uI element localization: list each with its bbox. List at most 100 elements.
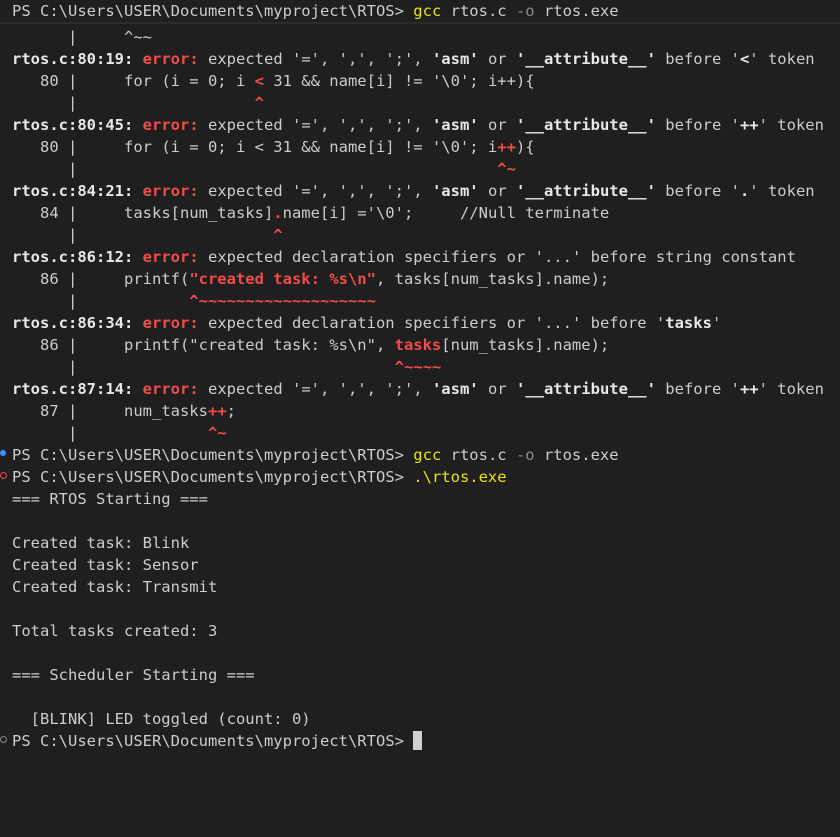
error-token: ++ [739,116,759,134]
caret-text: ^ [77,94,264,112]
error-header: rtos.c:80:45: error: expected '=', ',', … [12,114,824,136]
line-gutter: | [12,292,78,310]
code-text: printf("created task: %s\n", [77,336,395,354]
code-line: 87 | num_tasks++; [12,400,236,422]
error-message: before ' [655,50,740,68]
error-token: . [739,182,750,200]
code-highlight: tasks [394,336,442,354]
caret-line: | ^ [12,92,264,114]
error-message: ' token [749,182,815,200]
code-highlight: . [273,204,283,222]
error-header: rtos.c:84:21: error: expected '=', ',', … [12,180,815,202]
caret-line: | ^~ [12,422,227,444]
error-message: expected '=', ',', ';', [198,116,432,134]
error-header: rtos.c:87:14: error: expected '=', ',', … [12,378,824,400]
line-gutter: 84 | [12,204,78,222]
error-message: or [478,182,516,200]
command-args: rtos.exe [534,446,619,464]
code-line: 86 | printf("created task: %s\n", tasks[… [12,334,609,356]
line-gutter: | [12,226,78,244]
prompt-text: PS C:\Users\USER\Documents\myproject\RTO… [12,732,414,750]
error-location: rtos.c:80:45: [12,116,134,134]
caret-text: | ^~~ [12,28,152,46]
code-text: name[i] ='\0'; //Null terminate [282,204,610,222]
error-message: before ' [655,380,740,398]
prompt-line-top: PS C:\Users\USER\Documents\myproject\RTO… [12,0,619,22]
error-token: 'asm' [431,50,479,68]
code-text: , tasks[num_tasks].name); [375,270,610,288]
error-kind: error: [142,50,199,68]
error-message: or [478,380,516,398]
prompt-text: PS C:\Users\USER\Documents\myproject\RTO… [12,446,414,464]
error-message: expected '=', ',', ';', [198,182,432,200]
command-gcc: gcc [413,446,442,464]
prompt-line-active[interactable]: PS C:\Users\USER\Documents\myproject\RTO… [12,730,423,752]
error-kind: error: [142,248,199,266]
error-kind: error: [142,380,199,398]
terminal-cursor[interactable] [413,731,423,750]
code-highlight: ++ [207,402,227,420]
terminal-panel[interactable]: PS C:\Users\USER\Documents\myproject\RTO… [0,0,840,837]
line-gutter: | [12,160,78,178]
output-line: === RTOS Starting === [12,490,208,508]
command-gcc: gcc [413,2,442,20]
code-highlight: ++ [497,138,516,156]
code-text: tasks[num_tasks] [77,204,274,222]
code-text: ; [226,402,236,420]
error-location: rtos.c:86:34: [12,314,134,332]
error-token: 'asm' [431,116,479,134]
error-message: before ' [655,116,740,134]
error-kind: error: [142,182,199,200]
line-gutter: 80 | [12,138,78,156]
line-gutter: 80 | [12,72,78,90]
caret-text: ^~ [77,160,516,178]
error-token: tasks [665,314,712,332]
error-message: ' [711,314,722,332]
error-location: rtos.c:84:21: [12,182,134,200]
command-args: rtos.c [441,446,516,464]
command-success-marker-icon[interactable] [0,450,6,456]
command-error-marker-icon[interactable] [0,472,7,479]
error-header: rtos.c:80:19: error: expected '=', ',', … [12,48,815,70]
caret-text: ^~ [77,424,227,442]
code-highlight: "created task: %s\n" [189,270,376,288]
line-gutter: | [12,94,78,112]
output-line: [BLINK] LED toggled (count: 0) [12,710,311,728]
output-line: === Scheduler Starting === [12,666,255,684]
error-token: 'asm' [431,182,479,200]
prompt-line: PS C:\Users\USER\Documents\myproject\RTO… [12,466,507,488]
caret-line: | ^~ [12,158,516,180]
error-message: or [478,50,516,68]
line-gutter: 86 | [12,336,78,354]
line-gutter: | [12,358,78,376]
error-message: before ' [655,182,740,200]
code-text: ){ [515,138,535,156]
code-text: for (i = 0; i [77,72,255,90]
error-location: rtos.c:80:19: [12,50,134,68]
error-message: or [478,116,516,134]
caret-text: ^ [77,226,283,244]
error-token: 'asm' [431,380,479,398]
caret-line: | ^ [12,224,283,246]
code-highlight: < [254,72,264,90]
command-marker-icon[interactable] [0,736,7,743]
error-kind: error: [142,314,199,332]
caret-text: ^~~~~ [77,358,442,376]
command-flag: -o [515,446,535,464]
error-token: '__attribute__' [515,380,656,398]
error-token: '__attribute__' [515,116,656,134]
prompt-text: PS C:\Users\USER\Documents\myproject\RTO… [12,2,414,20]
code-text: num_tasks [77,402,208,420]
prompt-text: PS C:\Users\USER\Documents\myproject\RTO… [12,468,414,486]
code-text: for (i = 0; i < 31 && name[i] != '\0'; i [77,138,498,156]
error-token: < [739,50,750,68]
command-flag: -o [515,2,535,20]
error-message: ' token [758,380,824,398]
caret-line: | ^~~ [12,26,152,48]
command-run: .\rtos.exe [413,468,507,486]
error-kind: error: [142,116,199,134]
line-gutter: 86 | [12,270,78,288]
error-message: expected declaration specifiers or '...'… [198,248,796,266]
command-args: rtos.exe [534,2,619,20]
caret-line: | ^~~~~ [12,356,441,378]
